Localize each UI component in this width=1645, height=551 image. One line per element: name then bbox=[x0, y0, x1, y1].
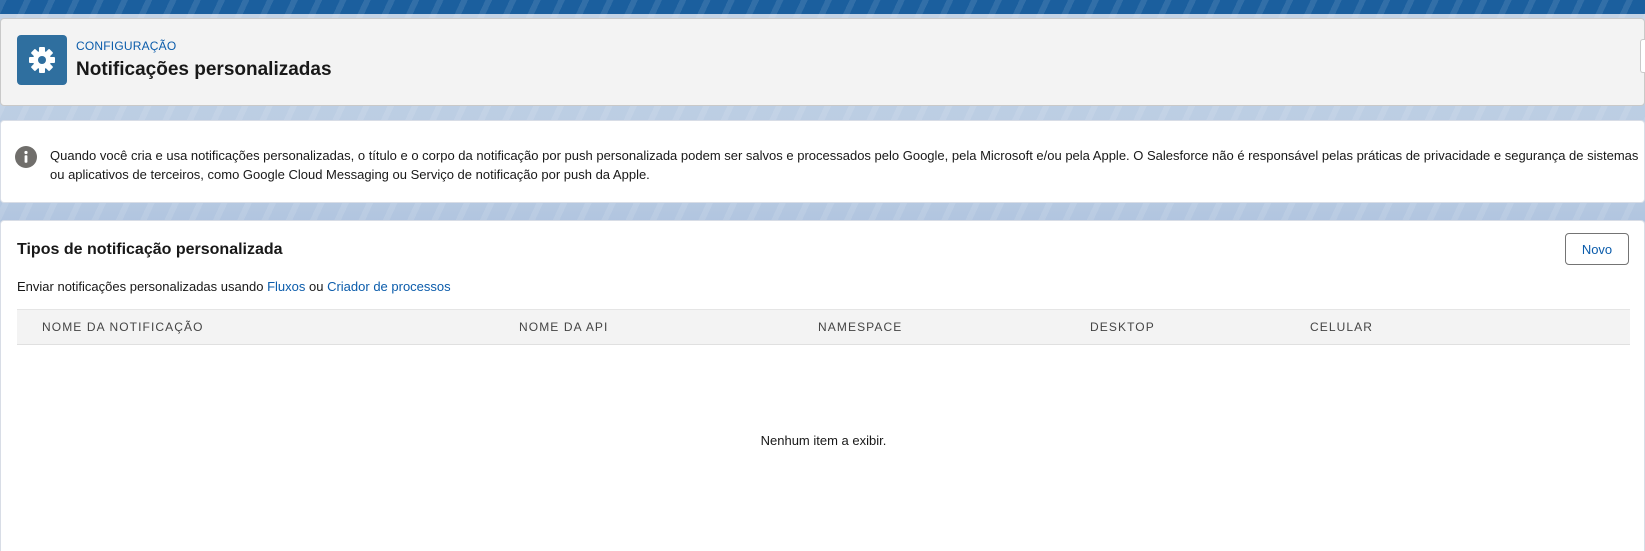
info-banner-text: Quando você cria e usa notificações pers… bbox=[50, 148, 1639, 182]
card-title: Tipos de notificação personalizada bbox=[17, 241, 283, 258]
custom-notification-types-card: Tipos de notificação personalizada Novo … bbox=[0, 220, 1645, 551]
flows-link[interactable]: Fluxos bbox=[267, 279, 305, 294]
column-header-notification-name[interactable]: NOME DA NOTIFICAÇÃO bbox=[42, 310, 204, 344]
header-edge-control bbox=[1640, 39, 1645, 73]
privacy-info-banner: Quando você cria e usa notificações pers… bbox=[0, 120, 1645, 203]
empty-table-message: Nenhum item a exibir. bbox=[760, 433, 887, 448]
setup-icon-tile bbox=[17, 35, 67, 85]
new-button[interactable]: Novo bbox=[1565, 233, 1629, 265]
process-builder-link[interactable]: Criador de processos bbox=[327, 279, 451, 294]
description-joiner: ou bbox=[308, 279, 324, 294]
description-prefix: Enviar notificações personalizadas usand… bbox=[17, 279, 264, 294]
page-header: CONFIGURAÇÃO Notificações personalizadas bbox=[0, 18, 1645, 106]
breadcrumb-setup[interactable]: CONFIGURAÇÃO bbox=[76, 39, 176, 53]
table-header: NOME DA NOTIFICAÇÃO NOME DA API NAMESPAC… bbox=[17, 309, 1630, 345]
column-header-api-name[interactable]: NOME DA API bbox=[519, 310, 608, 344]
page-title: Notificações personalizadas bbox=[76, 59, 332, 80]
info-glyph bbox=[24, 150, 28, 163]
info-icon bbox=[15, 146, 37, 168]
column-header-desktop[interactable]: DESKTOP bbox=[1090, 310, 1155, 344]
column-header-namespace[interactable]: NAMESPACE bbox=[818, 310, 902, 344]
card-description: Enviar notificações personalizadas usand… bbox=[17, 279, 451, 294]
gear-icon bbox=[29, 47, 55, 73]
column-header-mobile[interactable]: CELULAR bbox=[1310, 310, 1373, 344]
